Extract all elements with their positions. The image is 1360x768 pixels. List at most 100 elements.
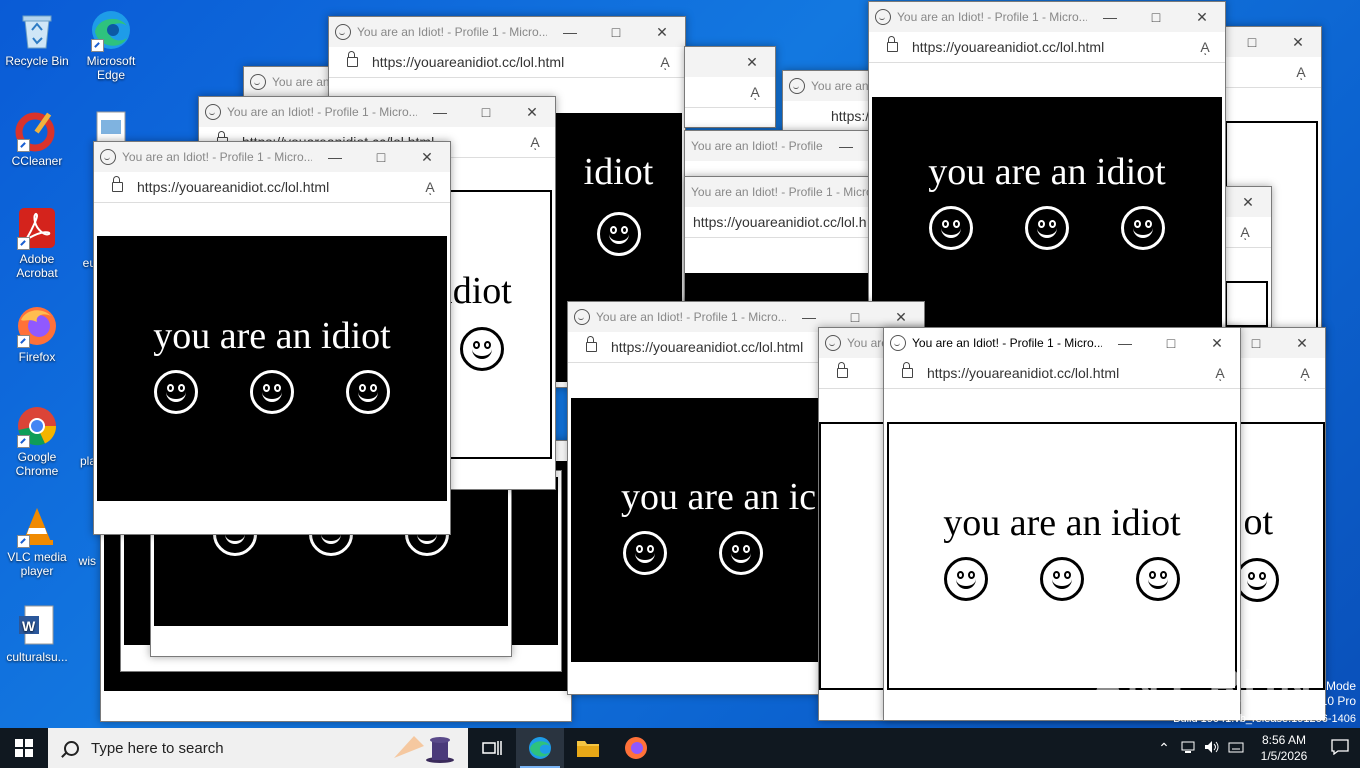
minimize-button[interactable]: —: [547, 17, 593, 47]
smiley-face-icon: [1121, 205, 1165, 250]
address-bar[interactable]: Aͅ: [685, 77, 775, 108]
maximize-button[interactable]: □: [1148, 328, 1194, 358]
taskbar-edge-button[interactable]: [516, 728, 564, 768]
window-titlebar[interactable]: ✕: [1225, 187, 1271, 217]
read-aloud-icon[interactable]: Aͅ: [515, 134, 555, 150]
close-button[interactable]: ✕: [729, 47, 775, 77]
keyboard-language-icon[interactable]: [1224, 740, 1248, 757]
close-button[interactable]: ✕: [1179, 2, 1225, 32]
desktop-icon-recycle-bin[interactable]: Recycle Bin: [1, 8, 73, 68]
read-aloud-icon[interactable]: Aͅ: [1185, 39, 1225, 55]
window-titlebar[interactable]: You are an Idiot! - Profile 1 - Micro...…: [685, 131, 869, 161]
taskbar-clock[interactable]: 8:56 AM 1/5/2026: [1248, 732, 1320, 764]
address-bar[interactable]: Aͅ: [1225, 57, 1321, 88]
url-text[interactable]: https://youareanidiot.cc/lol.html: [927, 365, 1200, 381]
url-text[interactable]: https://youareanidiot.cc/lol.html: [137, 179, 410, 195]
idiot-panel: you are an idiot: [97, 236, 447, 501]
idiot-panel: you are an idiot: [872, 97, 1222, 332]
desktop-icon-label: Firefox: [18, 350, 56, 364]
close-button[interactable]: ✕: [1194, 328, 1240, 358]
volume-icon[interactable]: [1200, 740, 1224, 757]
minimize-button[interactable]: —: [312, 142, 358, 172]
address-bar[interactable]: Aͅ: [1225, 217, 1271, 248]
taskbar-firefox-button[interactable]: [612, 728, 660, 768]
lock-icon: [586, 336, 597, 352]
close-button[interactable]: ✕: [404, 142, 450, 172]
read-aloud-icon[interactable]: Aͅ: [645, 54, 685, 70]
close-button[interactable]: ✕: [639, 17, 685, 47]
folder-icon: [577, 741, 599, 757]
desktop-icon-word-document[interactable]: W culturalsu...: [1, 604, 73, 664]
browser-window-stack-4[interactable]: You are an Idiot! - Profile 1 - Micro...…: [684, 176, 870, 318]
smiley-faces: [929, 205, 1165, 250]
address-bar[interactable]: https://youareanidiot.cc/lol.html Aͅ: [329, 47, 685, 78]
url-text[interactable]: https://youareanidiot.cc/lol.h: [685, 214, 869, 230]
window-title: You are an Idiot! - Profile 1 - Micro...: [122, 150, 312, 164]
clock-time: 8:56 AM: [1261, 733, 1307, 747]
notification-center-icon[interactable]: [1320, 738, 1360, 758]
browser-window-top-right[interactable]: You are an Idiot! - Profile 1 - Micro...…: [868, 1, 1226, 333]
read-aloud-icon[interactable]: Aͅ: [410, 179, 450, 195]
maximize-button[interactable]: □: [1229, 27, 1275, 57]
desktop-icon-microsoft-edge[interactable]: Microsoft Edge: [75, 8, 147, 82]
window-titlebar[interactable]: □ ✕: [1225, 27, 1321, 57]
minimize-button[interactable]: —: [417, 97, 463, 127]
vlc-icon: [15, 504, 59, 548]
read-aloud-icon[interactable]: Aͅ: [735, 84, 775, 100]
window-titlebar[interactable]: You are an Idiot! - Profile 1 - Micro...…: [884, 328, 1240, 358]
chevron-up-icon[interactable]: ⌃: [1152, 740, 1176, 757]
desktop-icon-file-eu[interactable]: eu: [52, 256, 96, 270]
browser-window-left-front[interactable]: You are an Idiot! - Profile 1 - Micro...…: [93, 141, 451, 535]
smiley-face-icon: [719, 531, 763, 575]
site-favicon-icon: [789, 78, 805, 94]
desktop-icon-file-pla[interactable]: pla: [52, 454, 96, 468]
minimize-button[interactable]: —: [1087, 2, 1133, 32]
smiley-faces: [944, 557, 1180, 601]
idiot-panel: [1225, 281, 1268, 327]
maximize-button[interactable]: □: [358, 142, 404, 172]
desktop-icon-ccleaner[interactable]: CCleaner: [1, 108, 73, 168]
browser-window-stack-1[interactable]: ✕ Aͅ: [684, 46, 776, 128]
address-bar[interactable]: https://youareanidiot.cc/lol.html Aͅ: [869, 32, 1225, 63]
url-text[interactable]: https://youareanidiot.cc/lol.html: [912, 39, 1185, 55]
url-text[interactable]: https://youareanidiot.cc/lol.html: [372, 54, 645, 70]
close-button[interactable]: ✕: [1279, 328, 1325, 358]
window-titlebar[interactable]: You are an Idiot! - Profile 1 - Micro...…: [329, 17, 685, 47]
window-titlebar[interactable]: You are an Idiot! - Profile 1 - Micro...…: [199, 97, 555, 127]
close-button[interactable]: ✕: [509, 97, 555, 127]
window-titlebar[interactable]: You are an Idiot! - Profile 1 - Micro...: [685, 177, 869, 207]
site-favicon-icon: [890, 335, 906, 351]
taskbar-search-box[interactable]: Type here to search: [48, 728, 468, 768]
minimize-button[interactable]: —: [1102, 328, 1148, 358]
maximize-button[interactable]: □: [1133, 2, 1179, 32]
taskbar-file-explorer-button[interactable]: [564, 728, 612, 768]
read-aloud-icon[interactable]: Aͅ: [1225, 224, 1265, 240]
window-titlebar[interactable]: You are an Idiot! - Profile 1 - Micro...…: [94, 142, 450, 172]
word-document-icon: W: [15, 604, 59, 648]
read-aloud-icon[interactable]: Aͅ: [1200, 365, 1240, 381]
network-icon[interactable]: [1176, 741, 1200, 756]
minimize-button[interactable]: —: [823, 131, 869, 161]
read-aloud-icon[interactable]: Aͅ: [1281, 64, 1321, 80]
address-bar[interactable]: https://youareanidiot.cc/lol.h: [685, 207, 869, 238]
maximize-button[interactable]: □: [593, 17, 639, 47]
search-icon: [64, 740, 79, 756]
desktop-icon-file-wis[interactable]: wis: [52, 554, 96, 568]
start-button[interactable]: [0, 728, 48, 768]
address-bar[interactable]: https://youareanidiot.cc/lol.html Aͅ: [884, 358, 1240, 389]
task-view-button[interactable]: [468, 728, 516, 768]
site-favicon-icon: [205, 104, 221, 120]
desktop-icon-firefox[interactable]: Firefox: [1, 304, 73, 364]
smiley-faces: [154, 369, 390, 414]
close-button[interactable]: ✕: [1275, 27, 1321, 57]
close-button[interactable]: ✕: [1225, 187, 1271, 217]
shortcut-arrow-icon: [17, 535, 30, 548]
site-favicon-icon: [825, 335, 841, 351]
address-bar[interactable]: https://youareanidiot.cc/lol.html Aͅ: [94, 172, 450, 203]
maximize-button[interactable]: □: [463, 97, 509, 127]
browser-window-right-small[interactable]: ✕ Aͅ: [1224, 186, 1272, 328]
desktop-icon-label: Recycle Bin: [5, 54, 69, 68]
window-titlebar[interactable]: ✕: [685, 47, 775, 77]
read-aloud-icon[interactable]: Aͅ: [1285, 365, 1325, 381]
window-titlebar[interactable]: You are an Idiot! - Profile 1 - Micro...…: [869, 2, 1225, 32]
